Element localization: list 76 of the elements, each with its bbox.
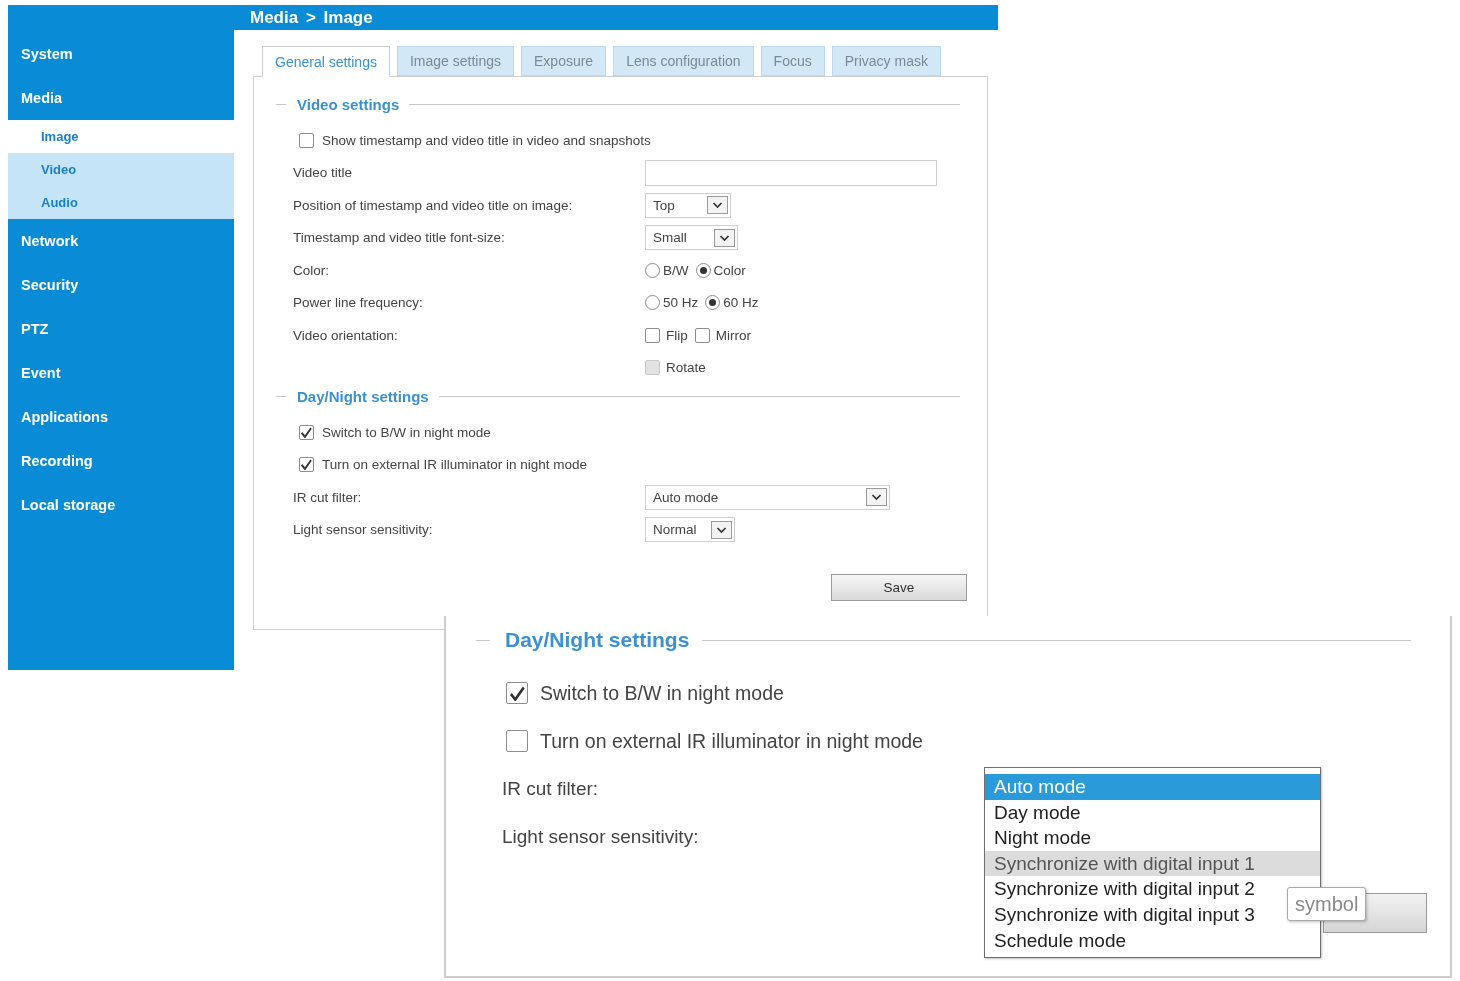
radio-label: 50 Hz (663, 295, 699, 311)
sidebar-item[interactable]: System (8, 32, 234, 76)
chevron-down-icon (711, 520, 732, 539)
radio-button[interactable] (645, 262, 660, 278)
checkbox[interactable] (506, 730, 528, 752)
radio-label: B/W (663, 262, 689, 278)
submenu-item[interactable]: Video (8, 153, 234, 186)
field-label: Video title (292, 165, 354, 181)
checkbox[interactable] (299, 457, 314, 473)
checkbox-label: Switch to B/W in night mode (322, 424, 491, 440)
field-label: Video orientation: (292, 327, 399, 343)
sidebar-item[interactable]: Recording (8, 439, 234, 483)
dropdown[interactable]: Small (645, 225, 738, 251)
tooltip: symbol (1287, 887, 1367, 921)
radio-label: Color (713, 262, 746, 278)
checkmark-icon (301, 459, 312, 471)
checkbox[interactable] (299, 424, 314, 440)
checkbox-label: Rotate (666, 360, 706, 376)
input-field[interactable] (645, 159, 937, 186)
chevron-down-icon (707, 196, 728, 215)
tab[interactable]: General settings (262, 46, 390, 77)
field-label: Timestamp and video title font-size: (292, 230, 506, 246)
sidebar-item[interactable]: Applications (8, 395, 234, 439)
field-label: Color: (292, 262, 330, 278)
dropdown[interactable]: Auto mode (645, 484, 890, 510)
tab[interactable]: Lens configuration (613, 46, 754, 76)
radio-button[interactable] (695, 262, 711, 278)
radio-button[interactable] (645, 295, 660, 311)
checkbox-label: Flip (666, 327, 688, 343)
checkbox-label: Switch to B/W in night mode (540, 681, 784, 705)
checkbox-label: Turn on external IR illuminator in night mode (540, 729, 923, 753)
section-title: Day/Night settings (297, 387, 429, 405)
checkbox[interactable] (506, 682, 528, 704)
sidebar-item[interactable]: PTZ (8, 307, 234, 351)
sidebar-item[interactable]: Media (8, 76, 234, 120)
checkmark-icon (509, 685, 525, 701)
dropdown-option[interactable]: Synchronize with digital input 1 (985, 850, 1320, 877)
chevron-down-icon (866, 488, 887, 507)
breadcrumb: Media > Image (250, 7, 373, 28)
save-button[interactable]: Save (831, 574, 967, 601)
field-label: IR cut filter: (501, 778, 600, 800)
tab[interactable]: Image settings (396, 46, 514, 76)
field-label: Position of timestamp and video title on image: (292, 197, 574, 213)
checkbox[interactable] (694, 327, 710, 343)
sidebar-item[interactable]: Network (8, 219, 234, 263)
field-label: Light sensor sensitivity: (501, 826, 700, 848)
checkbox-label: Show timestamp and video title in video and snapshots (322, 132, 651, 148)
radio-button[interactable] (705, 295, 721, 311)
submenu-item[interactable]: Image (8, 120, 234, 153)
radio-label: 60 Hz (723, 295, 759, 311)
tab[interactable]: Focus (760, 46, 825, 76)
dropdown[interactable]: Top (645, 192, 731, 218)
dropdown-option[interactable]: Night mode (985, 825, 1092, 851)
dropdown-option[interactable]: Synchronize with digital input 2 (985, 876, 1255, 902)
dropdown-option[interactable]: Synchronize with digital input 3 (985, 901, 1255, 928)
checkbox[interactable] (299, 132, 314, 148)
tab[interactable]: Exposure (521, 46, 607, 76)
tab[interactable]: Privacy mask (831, 46, 941, 76)
checkbox-label: Turn on external IR illuminator in night mode (322, 457, 588, 473)
chevron-down-icon (714, 228, 735, 247)
dropdown-option[interactable]: Auto mode (985, 774, 1320, 800)
field-label: IR cut filter: (292, 489, 363, 505)
dropdown-option[interactable]: Day mode (985, 799, 1081, 826)
sidebar-item[interactable]: Local storage (8, 483, 234, 527)
dropdown[interactable]: Normal (645, 517, 735, 543)
dropdown-option[interactable]: Schedule mode (985, 927, 1127, 954)
section-title: Video settings (297, 95, 400, 113)
checkbox-label: Mirror (715, 327, 751, 343)
sidebar-item[interactable]: Event (8, 351, 234, 395)
sidebar-item[interactable]: Security (8, 263, 234, 307)
field-label: Power line frequency: (292, 295, 424, 311)
checkbox[interactable] (645, 327, 660, 343)
checkmark-icon (301, 426, 312, 438)
submenu-item[interactable]: Audio (8, 186, 234, 219)
section-title: Day/Night settings (505, 628, 690, 652)
field-label: Light sensor sensitivity: (292, 522, 434, 538)
